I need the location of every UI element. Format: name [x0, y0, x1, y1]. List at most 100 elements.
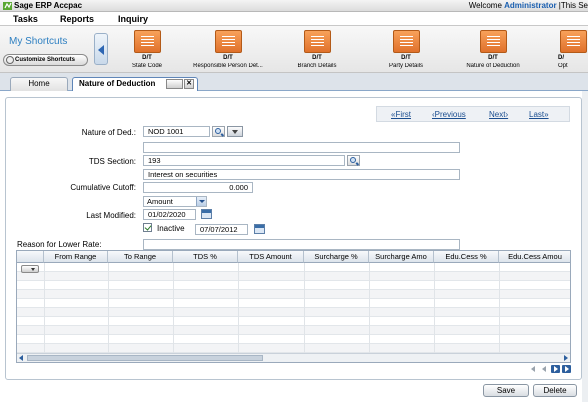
document-icon	[393, 30, 420, 53]
shortcut-label: Nature of Deduction	[466, 63, 520, 69]
row-selector-dropdown[interactable]	[21, 265, 39, 273]
customize-icon	[6, 56, 14, 64]
tds-finder-button[interactable]	[347, 155, 360, 166]
title-bar: Sage ERP Accpac Welcome Administrator |T…	[0, 0, 588, 12]
shortcut-responsible-person[interactable]: D/T Responsible Person Det...	[188, 30, 268, 72]
shortcut-label: Party Details	[388, 63, 423, 69]
table-row[interactable]	[17, 335, 570, 344]
shortcut-code: D/T	[488, 55, 498, 61]
sage-logo-icon	[3, 2, 12, 10]
scroll-right-icon[interactable]	[562, 355, 569, 361]
welcome-text: Welcome Administrator |This Se	[469, 1, 588, 10]
shortcut-options[interactable]: D/ Opt	[536, 30, 588, 72]
tds-section-label: TDS Section:	[88, 157, 136, 166]
table-row[interactable]	[17, 272, 570, 281]
shortcut-scroll-left-button[interactable]	[94, 33, 108, 65]
menu-bar: Tasks Reports Inquiry	[0, 12, 588, 26]
page-next-icon[interactable]	[551, 365, 560, 373]
shortcut-branch-details[interactable]: D/T Branch Details	[277, 30, 357, 72]
nature-of-ded-label: Nature of Ded.:	[81, 128, 136, 137]
shortcut-nature-of-deduction[interactable]: D/T Nature of Deduction	[453, 30, 533, 72]
welcome-prefix: Welcome	[468, 1, 505, 10]
nature-of-ded-field[interactable]: NOD 1001	[143, 126, 210, 137]
grid-column-divider	[499, 263, 500, 354]
page-previous-icon[interactable]	[540, 365, 549, 373]
record-navigator: «First ‹Previous Next› Last»	[376, 106, 570, 122]
table-row[interactable]	[17, 326, 570, 335]
table-row[interactable]	[17, 263, 570, 272]
shortcut-state-code[interactable]: D/T State Code	[107, 30, 187, 72]
inactive-checkbox[interactable]	[143, 223, 152, 232]
page-first-icon[interactable]	[529, 365, 538, 373]
arrow-left-icon	[98, 45, 104, 55]
shortcut-label: Opt	[558, 63, 568, 69]
grid-column-divider	[369, 263, 370, 354]
table-row[interactable]	[17, 281, 570, 290]
grid-header-to-range[interactable]: To Range	[108, 251, 173, 263]
last-modified-label: Last Modified:	[86, 211, 136, 220]
nature-finder-button[interactable]	[212, 126, 225, 137]
document-icon	[560, 30, 587, 53]
shortcut-party-details[interactable]: D/T Party Details	[366, 30, 446, 72]
customize-shortcuts-button[interactable]: Customize Shortcuts	[3, 54, 88, 66]
shortcut-code: D/T	[312, 55, 322, 61]
tds-description-field[interactable]: Interest on securities	[143, 169, 460, 180]
calendar-icon[interactable]	[254, 224, 265, 234]
table-row[interactable]	[17, 290, 570, 299]
grid-column-divider	[238, 263, 239, 354]
cutoff-type-value: Amount	[147, 197, 173, 206]
reason-lower-rate-label: Reason for Lower Rate:	[17, 240, 102, 249]
table-row[interactable]	[17, 344, 570, 353]
search-icon	[350, 157, 356, 163]
grid-horizontal-scrollbar[interactable]	[17, 353, 570, 362]
tab-close-button[interactable]: ✕	[184, 79, 194, 89]
grid-header-surcharge-percent[interactable]: Surcharge %	[304, 251, 369, 263]
nav-last-link[interactable]: Last»	[529, 110, 549, 119]
save-button[interactable]: Save	[483, 384, 529, 397]
table-row[interactable]	[17, 299, 570, 308]
document-icon	[480, 30, 507, 53]
page-vertical-scrollbar[interactable]	[582, 91, 588, 402]
tab-home[interactable]: Home	[10, 77, 68, 91]
calendar-icon[interactable]	[201, 209, 212, 219]
user-name[interactable]: Administrator	[504, 1, 556, 10]
nav-previous-link[interactable]: ‹Previous	[432, 110, 466, 119]
table-row[interactable]	[17, 317, 570, 326]
cumulative-cutoff-field[interactable]: 0.000	[143, 182, 253, 193]
table-row[interactable]	[17, 308, 570, 317]
grid-header-from-range[interactable]: From Range	[44, 251, 108, 263]
reason-lower-rate-field[interactable]	[143, 239, 460, 250]
grid-header-edu-cess-percent[interactable]: Edu.Cess %	[434, 251, 499, 263]
grid-header-tds-amount[interactable]: TDS Amount	[238, 251, 304, 263]
inactive-date-field[interactable]: 07/07/2012	[195, 224, 248, 235]
grid-column-divider	[304, 263, 305, 354]
grid-header-tds-percent[interactable]: TDS %	[173, 251, 238, 263]
shortcut-code: D/T	[142, 55, 152, 61]
last-modified-field[interactable]: 01/02/2020	[143, 209, 196, 220]
grid-header-edu-cess-amount[interactable]: Edu.Cess Amou	[499, 251, 570, 263]
cutoff-type-select[interactable]: Amount	[143, 196, 207, 207]
scrollbar-thumb[interactable]	[27, 355, 263, 361]
tds-rate-grid[interactable]: From Range To Range TDS % TDS Amount Sur…	[16, 250, 571, 363]
page-last-icon[interactable]	[562, 365, 571, 373]
nav-next-link[interactable]: Next›	[489, 110, 508, 119]
tds-section-field[interactable]: 193	[143, 155, 345, 166]
tab-label: Nature of Deduction	[79, 79, 156, 88]
nature-dropdown-button[interactable]	[227, 126, 243, 137]
delete-button[interactable]: Delete	[533, 384, 577, 397]
document-icon	[304, 30, 331, 53]
nature-description-field[interactable]	[143, 142, 460, 153]
shortcut-label: State Code	[131, 63, 163, 69]
scroll-left-icon[interactable]	[18, 355, 25, 361]
grid-header-surcharge-amount[interactable]: Surcharge Amo	[369, 251, 434, 263]
menu-inquiry[interactable]: Inquiry	[118, 14, 148, 24]
menu-reports[interactable]: Reports	[60, 14, 94, 24]
shortcut-label: Responsible Person Det...	[193, 63, 263, 69]
grid-column-divider	[434, 263, 435, 354]
nav-first-link[interactable]: «First	[391, 110, 411, 119]
grid-column-divider	[108, 263, 109, 354]
tab-menu-button[interactable]	[166, 79, 183, 89]
menu-tasks[interactable]: Tasks	[13, 14, 38, 24]
document-icon	[134, 30, 161, 53]
tab-nature-of-deduction[interactable]: Nature of Deduction ✕	[72, 77, 198, 91]
